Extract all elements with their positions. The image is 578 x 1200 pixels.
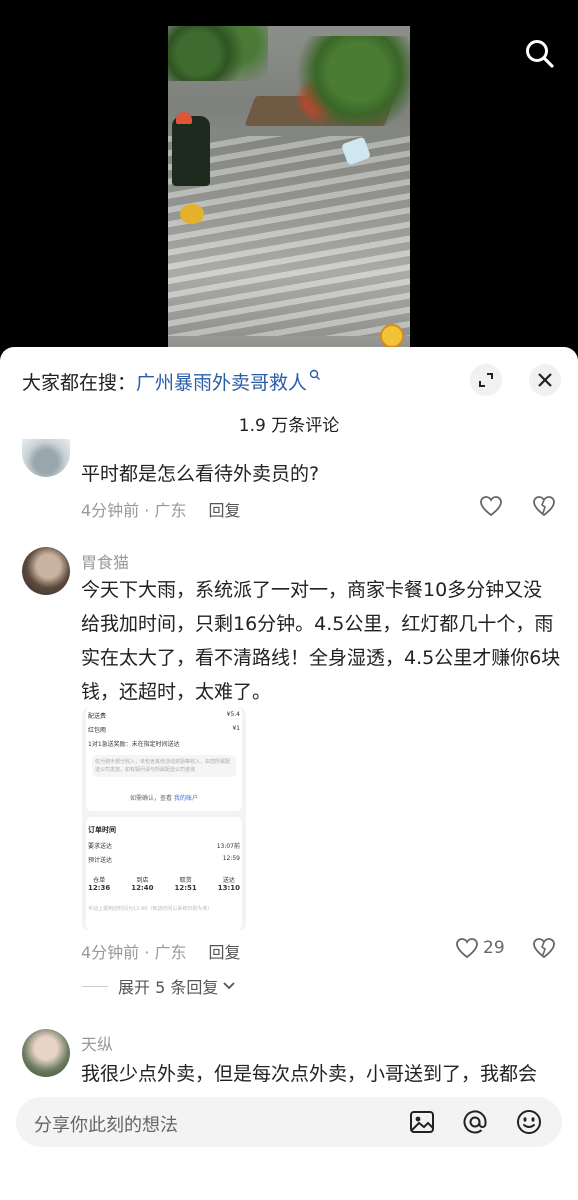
like-count: 29 <box>483 938 505 958</box>
receipt-account-link: 如需确认，查看 我的账户 <box>130 795 198 802</box>
comment-input-placeholder: 分享你此刻的想法 <box>34 1115 178 1136</box>
avatar[interactable] <box>22 439 70 477</box>
comment-time-location: 4分钟前 · 广东 <box>81 943 187 962</box>
receipt-footnote: 手动上报到店时间为12:40（到店时间以系统识别为准） <box>88 906 213 912</box>
expand-replies-button[interactable]: 展开 5 条回复 <box>82 974 236 998</box>
avatar[interactable] <box>22 1029 70 1077</box>
close-icon <box>538 373 552 387</box>
fullscreen-button[interactable] <box>470 364 502 396</box>
comment-input-bar: 分享你此刻的想法 <box>0 1091 578 1200</box>
dislike-button[interactable] <box>532 937 556 963</box>
comment-meta: 4分钟前 · 广东 回复 <box>81 939 240 963</box>
broken-heart-icon <box>533 496 555 517</box>
receipt-row: 要求送达 13:07前 <box>88 843 240 850</box>
expand-replies-label: 展开 5 条回复 <box>118 978 219 997</box>
receipt-section-title: 订单时间 <box>88 826 116 834</box>
comment-username[interactable]: 胃食猫 <box>81 549 129 573</box>
trending-search-bar[interactable]: 大家都在搜： 广州暴雨外卖哥救人 <box>22 367 321 395</box>
video-flowers <box>280 36 410 126</box>
heart-icon <box>456 938 478 959</box>
video-rider-helmet <box>176 112 192 124</box>
at-icon <box>463 1110 487 1134</box>
comment-username[interactable]: 天纵 <box>81 1031 113 1055</box>
receipt-row: 预计送达 12:59 <box>88 855 240 864</box>
comment-time-location: 4分钟前 · 广东 <box>81 501 187 520</box>
receipt-note: 仅为骑手部分收入，未包含其他活动奖励等收入，由您所属配送公司发放，如有疑问请与所… <box>92 755 236 777</box>
search-icon <box>309 369 321 384</box>
comment-text: 今天下大雨，系统派了一对一，商家卡餐10多分钟又没给我加时间，只剩16分钟。4.… <box>81 579 561 703</box>
video-plants <box>168 26 268 81</box>
broken-heart-icon <box>533 938 555 959</box>
receipt-row: 1对1急送奖励：未在指定时间送达 <box>88 741 180 748</box>
receipt-row: 配送费 ¥5.4 <box>88 711 240 720</box>
comment-panel: 大家都在搜： 广州暴雨外卖哥救人 1.9 万条评论 平时都是怎么看待外卖员的? … <box>0 347 578 1200</box>
comment-input[interactable]: 分享你此刻的想法 <box>16 1097 562 1147</box>
fullscreen-icon <box>479 373 493 387</box>
dislike-button[interactable] <box>532 495 556 521</box>
mention-button[interactable] <box>461 1108 489 1136</box>
divider <box>82 985 108 987</box>
image-button[interactable] <box>408 1108 436 1136</box>
close-button[interactable] <box>529 364 561 396</box>
comment-text: 平时都是怎么看待外卖员的? <box>81 463 320 485</box>
reply-button[interactable]: 回复 <box>208 497 240 521</box>
trending-keyword-link[interactable]: 广州暴雨外卖哥救人 <box>136 368 307 395</box>
search-icon <box>526 40 554 68</box>
emoji-button[interactable] <box>515 1108 543 1136</box>
comment-text: 我很少点外卖，但是每次点外卖，小哥送到了，我都会 <box>81 1063 538 1085</box>
comments-count: 1.9 万条评论 <box>238 416 340 436</box>
emoji-icon <box>517 1110 541 1134</box>
video-frame[interactable] <box>168 26 410 356</box>
video-logo <box>380 324 404 348</box>
receipt-row: 红包雨 ¥1 <box>88 725 240 734</box>
comment-meta: 4分钟前 · 广东 回复 <box>81 497 240 521</box>
trending-prefix: 大家都在搜： <box>22 371 137 394</box>
like-button[interactable] <box>479 495 503 517</box>
search-button[interactable] <box>524 38 556 70</box>
image-icon <box>410 1111 434 1133</box>
reply-button[interactable]: 回复 <box>208 939 240 963</box>
video-delivery-bag <box>180 204 204 224</box>
like-button[interactable]: 29 <box>455 937 505 959</box>
video-player[interactable] <box>0 0 578 360</box>
comment-image[interactable]: 配送费 ¥5.4 红包雨 ¥1 1对1急送奖励：未在指定时间送达 仅为骑手部分收入，… <box>82 707 246 931</box>
avatar[interactable] <box>22 547 70 595</box>
heart-icon <box>480 496 502 517</box>
receipt-timeline: 仓单 12:36 到店 12:40 取货 12:51 送达 13:10 <box>88 877 240 892</box>
chevron-down-icon <box>223 982 235 990</box>
video-delivery-rider <box>172 116 210 186</box>
